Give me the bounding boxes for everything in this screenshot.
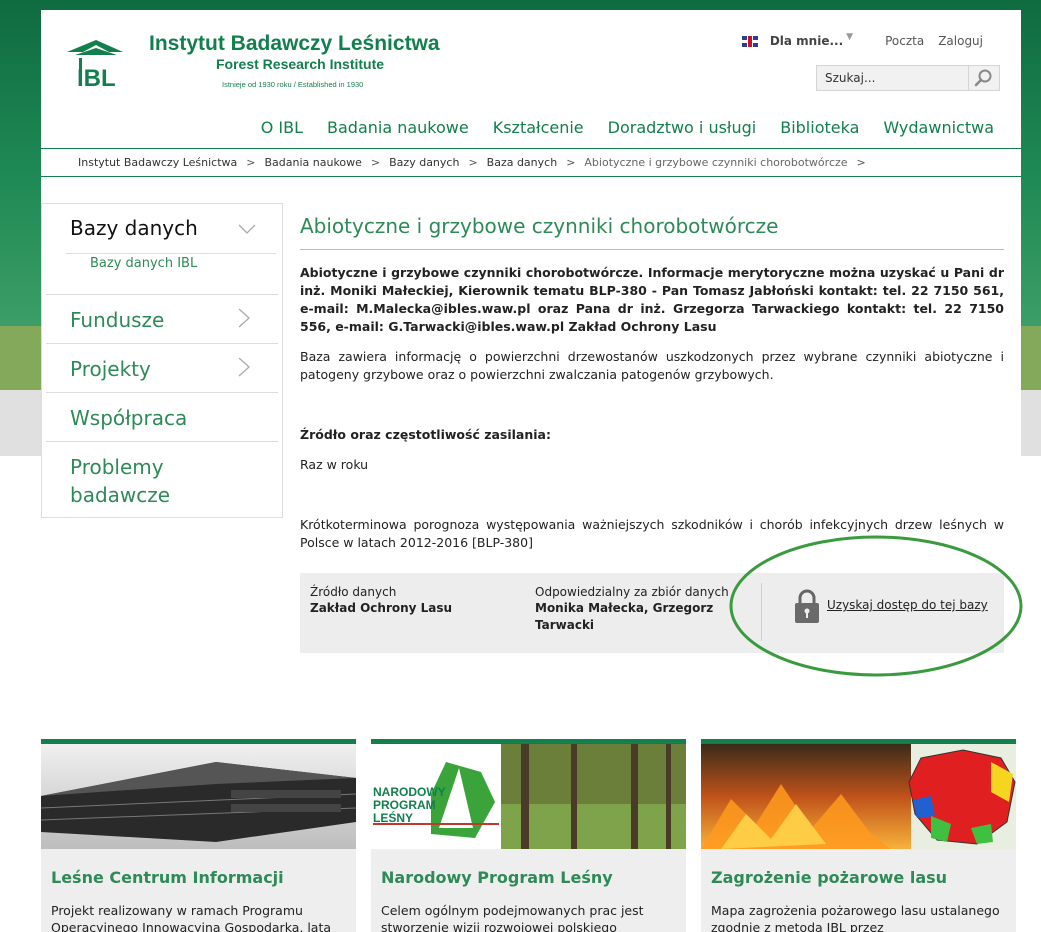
tile-text: Mapa zagrożenia pożarowego lasu ustalane… (711, 903, 1000, 932)
svg-text:NARODOWY: NARODOWY (373, 785, 446, 799)
ibl-logo-icon: IBL (67, 40, 123, 92)
poczta-link[interactable]: Poczta (885, 34, 924, 48)
tile-title[interactable]: Zagrożenie pożarowe lasu (711, 868, 947, 887)
breadcrumb-item[interactable]: Instytut Badawczy Leśnictwa (78, 156, 237, 169)
search-button[interactable] (968, 66, 999, 90)
fire-map-image (701, 744, 1016, 849)
sidebar-item-projekty[interactable]: Projekty (46, 343, 278, 392)
zaloguj-link[interactable]: Zaloguj (938, 34, 983, 48)
breadcrumb-separator: > (370, 156, 381, 169)
utility-bar: Dla mnie... ▼ Poczta Zaloguj (741, 32, 983, 48)
chevron-down-icon[interactable] (238, 224, 256, 234)
nav-doradztwo[interactable]: Doradztwo i usługi (608, 118, 757, 137)
site-subtitle: Forest Research Institute (216, 56, 385, 72)
caret-down-icon[interactable]: ▼ (846, 32, 853, 42)
breadcrumb-separator: > (856, 156, 866, 169)
highlight-ellipse (729, 535, 1023, 677)
breadcrumb-item[interactable]: Bazy danych (389, 156, 459, 169)
sidebar-sub-bazy-danych-ibl[interactable]: Bazy danych IBL (90, 256, 197, 271)
sidebar-item-label: Projekty (70, 357, 151, 381)
sidebar-item-fundusze[interactable]: Fundusze (46, 294, 278, 343)
page-container: IBL Instytut Badawczy Leśnictwa Forest R… (41, 10, 1023, 932)
sidebar: Bazy danych Bazy danych IBL Fundusze Pro… (41, 203, 283, 518)
page-title: Abiotyczne i grzybowe czynniki chorobotw… (300, 214, 779, 238)
chevron-right-icon (238, 357, 250, 377)
ibl-logo[interactable]: IBL (65, 34, 127, 92)
breadcrumb-item[interactable]: Baza danych (487, 156, 558, 169)
tile-title[interactable]: Narodowy Program Leśny (381, 868, 613, 887)
tile-narodowy-program-lesny[interactable]: NARODOWY PROGRAM LEŚNY Narodowy Program … (371, 739, 686, 932)
svg-text:LEŚNY: LEŚNY (373, 810, 413, 825)
title-divider (300, 249, 1004, 250)
sidebar-heading[interactable]: Bazy danych (70, 216, 198, 240)
intro-paragraph: Abiotyczne i grzybowe czynniki chorobotw… (300, 265, 1004, 334)
breadcrumb: Instytut Badawczy Leśnictwa > Badania na… (41, 148, 1021, 177)
svg-text:IBL: IBL (77, 65, 116, 92)
search-box (816, 65, 1000, 91)
responsible-names: Monika Małecka, Grzegorz Tarwacki (535, 601, 714, 632)
tile-zagrozenie-pozarowe[interactable]: Zagrożenie pożarowe lasu Mapa zagrożenia… (701, 739, 1016, 932)
chevron-right-icon (238, 308, 250, 328)
nav-biblioteka[interactable]: Biblioteka (780, 118, 859, 137)
nav-ksztalcenie[interactable]: Kształcenie (493, 118, 584, 137)
source-name: Zakład Ochrony Lasu (310, 601, 453, 615)
sidebar-item-label: Fundusze (70, 308, 165, 332)
svg-text:PROGRAM: PROGRAM (373, 798, 436, 812)
breadcrumb-current: Abiotyczne i grzybowe czynniki chorobotw… (584, 156, 848, 169)
source-value: Raz w roku (300, 457, 369, 472)
search-icon (974, 69, 992, 87)
uk-flag-icon[interactable] (741, 35, 758, 47)
responsible-label: Odpowiedzialny za zbiór danych (535, 585, 729, 599)
nav-badania-naukowe[interactable]: Badania naukowe (327, 118, 469, 137)
breadcrumb-separator: > (246, 156, 256, 169)
source-label: Źródło danych (310, 585, 397, 599)
sidebar-item-wspolpraca[interactable]: Współpraca (46, 392, 278, 441)
tile-title[interactable]: Leśne Centrum Informacji (51, 868, 284, 887)
npl-image: NARODOWY PROGRAM LEŚNY (371, 744, 686, 849)
breadcrumb-item[interactable]: Badania naukowe (264, 156, 361, 169)
server-rack-image (41, 744, 356, 849)
dla-mnie-dropdown[interactable]: Dla mnie... (770, 34, 843, 48)
tile-lesne-centrum-informacji[interactable]: Leśne Centrum Informacji Projekt realizo… (41, 739, 356, 932)
site-title[interactable]: Instytut Badawczy Leśnictwa (149, 32, 440, 56)
main-nav: O IBL Badania naukowe Kształcenie Doradz… (237, 118, 994, 137)
breadcrumb-separator: > (468, 156, 478, 169)
sidebar-divider (66, 253, 276, 254)
nav-wydawnictwa[interactable]: Wydawnictwa (883, 118, 994, 137)
description-paragraph: Baza zawiera informację o powierzchni dr… (300, 349, 1004, 382)
sidebar-item-label: Współpraca (70, 406, 188, 430)
tile-text: Celem ogólnym podejmowanych prac jest st… (381, 903, 644, 932)
site-established: Istnieje od 1930 roku / Established in 1… (222, 80, 364, 89)
sidebar-item-problemy-badawcze[interactable]: Problemy badawcze (46, 441, 278, 517)
sidebar-item-label: Problemy badawcze (70, 455, 171, 507)
source-heading: Źródło oraz częstotliwość zasilania: (300, 427, 551, 442)
breadcrumb-separator: > (566, 156, 576, 169)
search-input[interactable] (817, 66, 967, 90)
tile-text: Projekt realizowany w ramach Programu Op… (51, 903, 332, 932)
nav-o-ibl[interactable]: O IBL (261, 118, 303, 137)
